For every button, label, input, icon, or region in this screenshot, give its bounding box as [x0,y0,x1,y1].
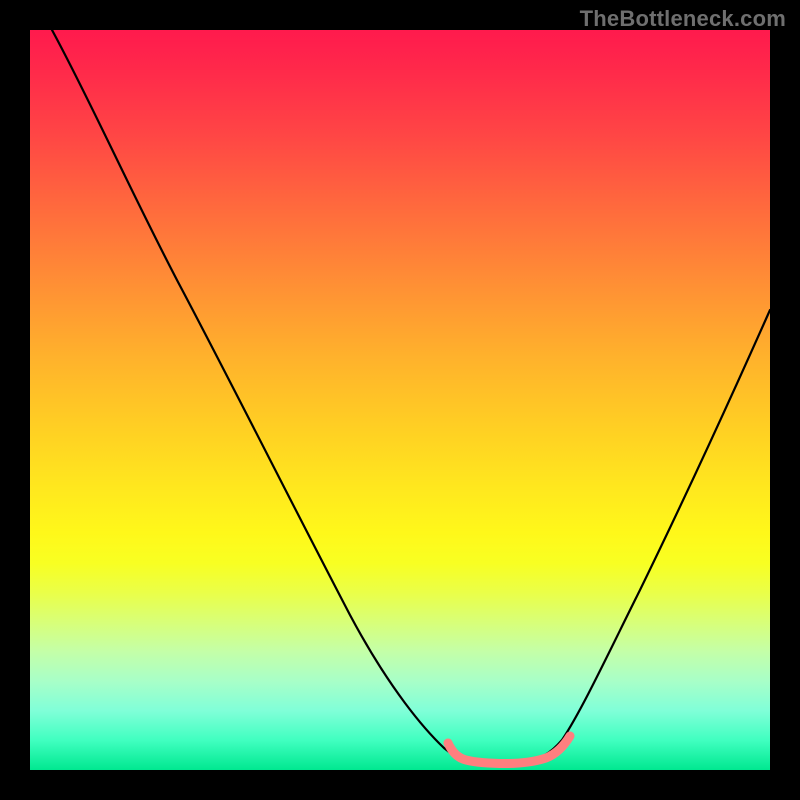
watermark-text: TheBottleneck.com [580,6,786,32]
plot-area [30,30,770,770]
bottleneck-curve-path [52,30,770,762]
bottleneck-chart: TheBottleneck.com [0,0,800,800]
curve-layer [30,30,770,770]
